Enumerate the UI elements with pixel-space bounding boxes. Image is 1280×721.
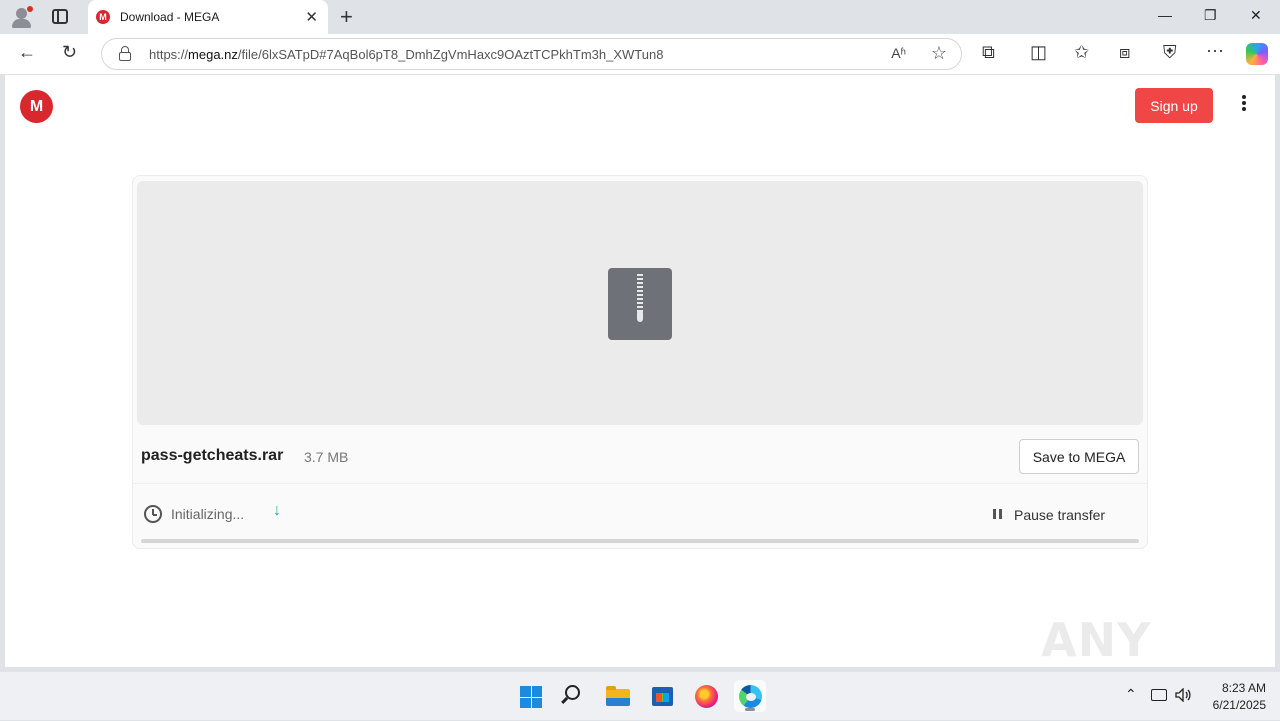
save-to-mega-button[interactable]: Save to MEGA xyxy=(1019,439,1139,474)
tab-title: Download - MEGA xyxy=(120,10,220,24)
tab-close-icon[interactable]: ✕ xyxy=(305,8,318,26)
tab-actions-icon[interactable] xyxy=(52,9,68,24)
file-explorer-icon[interactable] xyxy=(602,680,634,712)
browser-essentials-icon[interactable]: ⛨ xyxy=(1163,42,1177,63)
extensions-icon[interactable]: ⧉ xyxy=(982,42,995,63)
collections-icon[interactable]: ⧈ xyxy=(1119,42,1130,63)
profile-icon[interactable] xyxy=(10,6,34,28)
edge-icon[interactable] xyxy=(734,680,766,712)
pause-transfer-button[interactable]: Pause transfer xyxy=(1014,507,1105,523)
taskbar-clock[interactable]: 8:23 AM 6/21/2025 xyxy=(1196,680,1266,714)
status-text: Initializing... xyxy=(171,506,245,522)
add-favorite-icon[interactable]: ☆ xyxy=(931,43,947,64)
close-window-button[interactable]: ✕ xyxy=(1250,7,1262,24)
copilot-icon[interactable] xyxy=(1246,43,1268,65)
url-text[interactable]: https://mega.nz/file/6lxSATpD#7AqBol6pT8… xyxy=(149,47,663,62)
transfer-status-row: Initializing... ↓ Pause transfer xyxy=(133,486,1147,546)
taskbar: ⌃ 8:23 AM 6/21/2025 xyxy=(0,672,1280,720)
read-aloud-icon[interactable]: Aʱ xyxy=(891,45,906,61)
clock-icon xyxy=(144,505,162,523)
file-name: pass-getcheats.rar xyxy=(141,447,284,464)
address-bar[interactable]: https://mega.nz/file/6lxSATpD#7AqBol6pT8… xyxy=(101,38,962,70)
signup-button[interactable]: Sign up xyxy=(1135,88,1213,123)
download-card: pass-getcheats.rar 3.7 MB Save to MEGA I… xyxy=(132,175,1148,549)
mega-logo-icon[interactable]: M xyxy=(20,90,53,123)
mega-page: M Sign up pass-getcheats.rar 3.7 MB Save… xyxy=(4,74,1276,721)
volume-icon[interactable] xyxy=(1175,687,1191,703)
settings-more-icon[interactable]: ··· xyxy=(1206,40,1224,61)
lock-icon[interactable] xyxy=(119,46,131,61)
restore-button[interactable]: ❐ xyxy=(1204,7,1217,24)
more-menu-icon[interactable] xyxy=(1235,95,1253,115)
browser-navbar: ← ↻ https://mega.nz/file/6lxSATpD#7AqBol… xyxy=(0,34,1280,74)
new-tab-button[interactable]: + xyxy=(340,4,353,30)
file-preview xyxy=(137,181,1143,425)
search-icon[interactable] xyxy=(558,680,590,712)
zip-file-icon xyxy=(608,268,672,340)
minimize-button[interactable]: — xyxy=(1158,7,1172,23)
network-icon[interactable] xyxy=(1151,689,1167,701)
progress-bar xyxy=(141,539,1139,543)
split-screen-icon[interactable]: ◫ xyxy=(1030,42,1047,63)
back-button[interactable]: ← xyxy=(18,42,36,63)
tab-download-mega[interactable]: M Download - MEGA ✕ xyxy=(88,0,328,34)
browser-titlebar: M Download - MEGA ✕ + — ❐ ✕ xyxy=(0,0,1280,34)
file-info-row: pass-getcheats.rar 3.7 MB Save to MEGA xyxy=(133,430,1147,484)
clock-time: 8:23 AM xyxy=(1221,681,1266,695)
file-size: 3.7 MB xyxy=(304,449,349,465)
pause-icon[interactable] xyxy=(993,509,1002,519)
windows-start-icon[interactable] xyxy=(514,680,546,712)
store-icon[interactable] xyxy=(646,680,678,712)
reload-button[interactable]: ↻ xyxy=(62,42,77,63)
favorites-icon[interactable]: ✩ xyxy=(1074,42,1089,63)
clock-date: 6/21/2025 xyxy=(1212,698,1266,712)
tray-chevron-icon[interactable]: ⌃ xyxy=(1125,686,1137,703)
download-arrow-icon: ↓ xyxy=(273,502,281,519)
firefox-icon[interactable] xyxy=(690,680,722,712)
mega-favicon-icon: M xyxy=(96,10,110,24)
